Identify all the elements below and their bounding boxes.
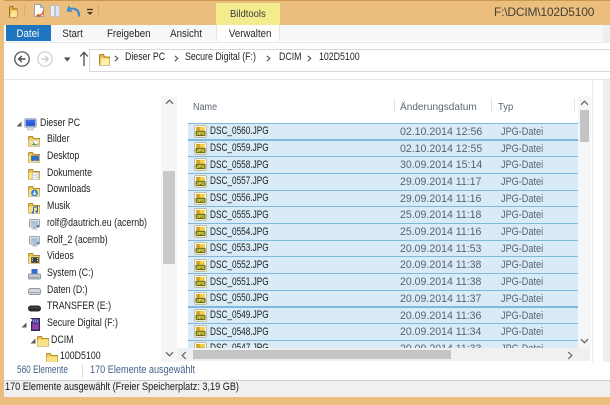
svg-text:JPG: JPG bbox=[196, 181, 204, 186]
svg-text:JPG: JPG bbox=[196, 198, 204, 203]
svg-text:JPG: JPG bbox=[196, 281, 204, 286]
svg-text:JPG: JPG bbox=[196, 164, 204, 169]
svg-text:JPG: JPG bbox=[196, 214, 204, 219]
svg-text:JPG: JPG bbox=[196, 231, 204, 236]
svg-text:JPG: JPG bbox=[196, 265, 204, 270]
svg-text:JPG: JPG bbox=[196, 248, 204, 253]
svg-text:JPG: JPG bbox=[196, 331, 204, 336]
svg-text:JPG: JPG bbox=[196, 131, 204, 136]
svg-text:JPG: JPG bbox=[196, 315, 204, 320]
svg-text:JPG: JPG bbox=[196, 148, 204, 153]
svg-text:JPG: JPG bbox=[196, 298, 204, 303]
